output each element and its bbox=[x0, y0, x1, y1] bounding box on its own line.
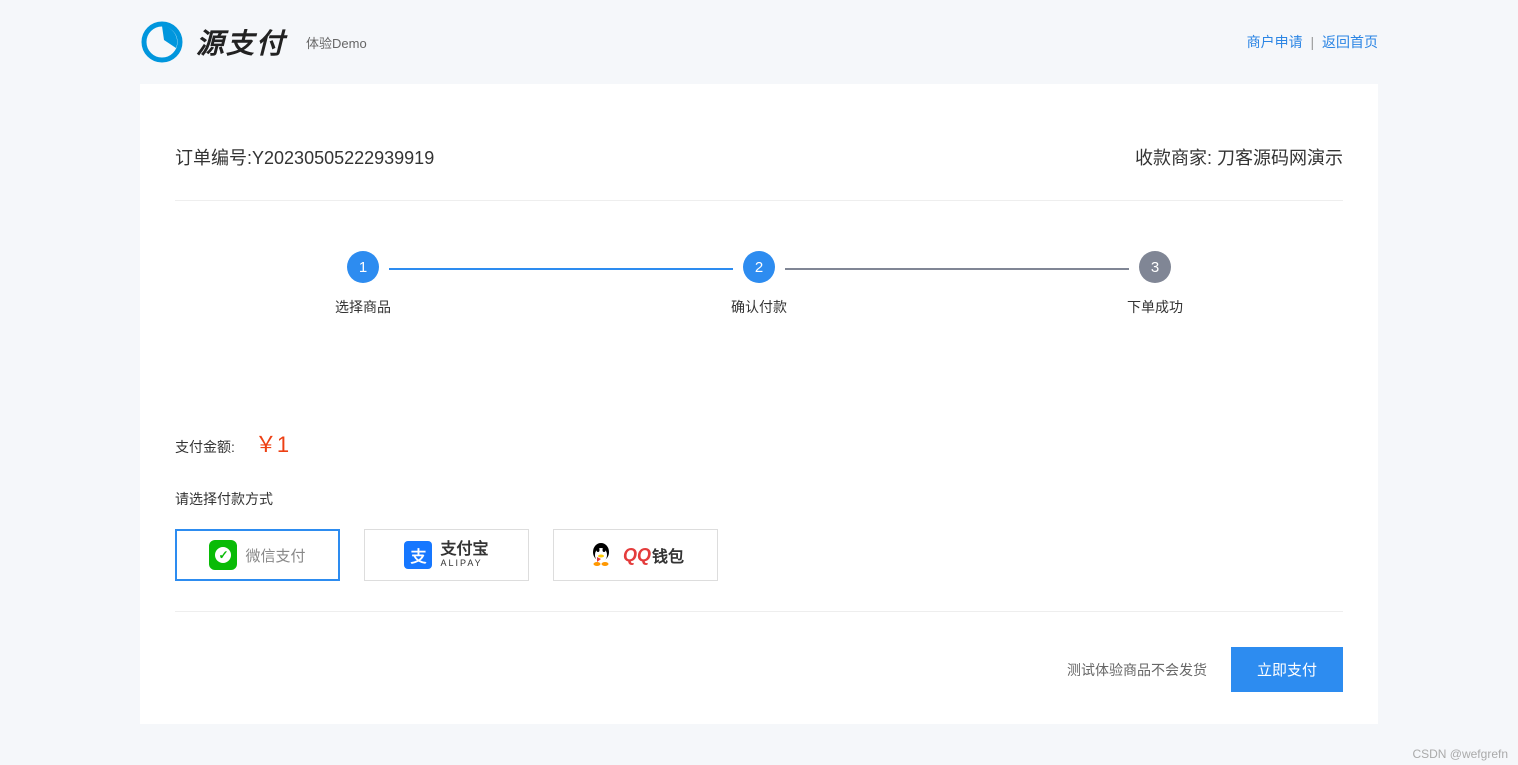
payment-select-label: 请选择付款方式 bbox=[175, 489, 1343, 509]
wechat-label: 微信支付 bbox=[245, 545, 305, 566]
amount-value: ￥1 bbox=[255, 427, 289, 459]
order-label: 订单编号: bbox=[175, 148, 252, 168]
order-number-value: Y20230505222939919 bbox=[252, 148, 434, 168]
step-2-circle: 2 bbox=[743, 251, 775, 283]
order-number: 订单编号:Y20230505222939919 bbox=[175, 144, 434, 170]
merchant-apply-link[interactable]: 商户申请 bbox=[1247, 34, 1303, 50]
footer-row: 测试体验商品不会发货 立即支付 bbox=[175, 647, 1343, 692]
pay-option-wechat[interactable]: 微信支付 bbox=[175, 529, 340, 581]
demo-tag: 体验Demo bbox=[306, 33, 367, 52]
step-3-circle: 3 bbox=[1139, 251, 1171, 283]
pay-option-alipay[interactable]: 支 支付宝 ALIPAY bbox=[364, 529, 529, 581]
step-1-circle: 1 bbox=[347, 251, 379, 283]
payment-methods: 微信支付 支 支付宝 ALIPAY bbox=[175, 529, 1343, 612]
main-container: 订单编号:Y20230505222939919 收款商家: 刀客源码网演示 1 … bbox=[140, 84, 1378, 724]
top-links: 商户申请 | 返回首页 bbox=[1247, 32, 1378, 52]
merchant-info: 收款商家: 刀客源码网演示 bbox=[1135, 144, 1343, 170]
amount-row: 支付金额: ￥1 bbox=[175, 427, 1343, 459]
step-2-label: 确认付款 bbox=[731, 297, 787, 317]
back-home-link[interactable]: 返回首页 bbox=[1322, 34, 1378, 50]
step-1: 1 选择商品 bbox=[335, 251, 391, 317]
amount-label: 支付金额: bbox=[175, 437, 235, 457]
qq-label: QQ 钱包 bbox=[623, 543, 684, 567]
progress-steps: 1 选择商品 2 确认付款 3 下单成功 bbox=[175, 201, 1343, 387]
logo-icon bbox=[140, 20, 184, 64]
pay-now-button[interactable]: 立即支付 bbox=[1231, 647, 1343, 692]
step-3: 3 下单成功 bbox=[1127, 251, 1183, 317]
step-line-1-2 bbox=[389, 268, 733, 270]
order-info-row: 订单编号:Y20230505222939919 收款商家: 刀客源码网演示 bbox=[175, 144, 1343, 201]
merchant-name: 刀客源码网演示 bbox=[1217, 148, 1343, 168]
link-separator: | bbox=[1310, 34, 1314, 50]
qq-icon bbox=[587, 541, 615, 569]
logo-area: 源支付 体验Demo bbox=[140, 20, 367, 64]
watermark: CSDN @wefgrefn bbox=[1412, 747, 1508, 761]
step-1-label: 选择商品 bbox=[335, 297, 391, 317]
alipay-icon: 支 bbox=[404, 541, 432, 569]
alipay-label: 支付宝 ALIPAY bbox=[440, 541, 488, 568]
logo-text: 源支付 bbox=[196, 26, 286, 58]
wechat-icon bbox=[209, 541, 237, 569]
merchant-label: 收款商家: bbox=[1135, 148, 1212, 168]
step-2: 2 确认付款 bbox=[731, 251, 787, 317]
step-line-2-3 bbox=[785, 268, 1129, 270]
step-3-label: 下单成功 bbox=[1127, 297, 1183, 317]
shipping-notice: 测试体验商品不会发货 bbox=[1067, 660, 1207, 680]
pay-option-qqwallet[interactable]: QQ 钱包 bbox=[553, 529, 718, 581]
page-header: 源支付 体验Demo 商户申请 | 返回首页 bbox=[0, 0, 1518, 74]
